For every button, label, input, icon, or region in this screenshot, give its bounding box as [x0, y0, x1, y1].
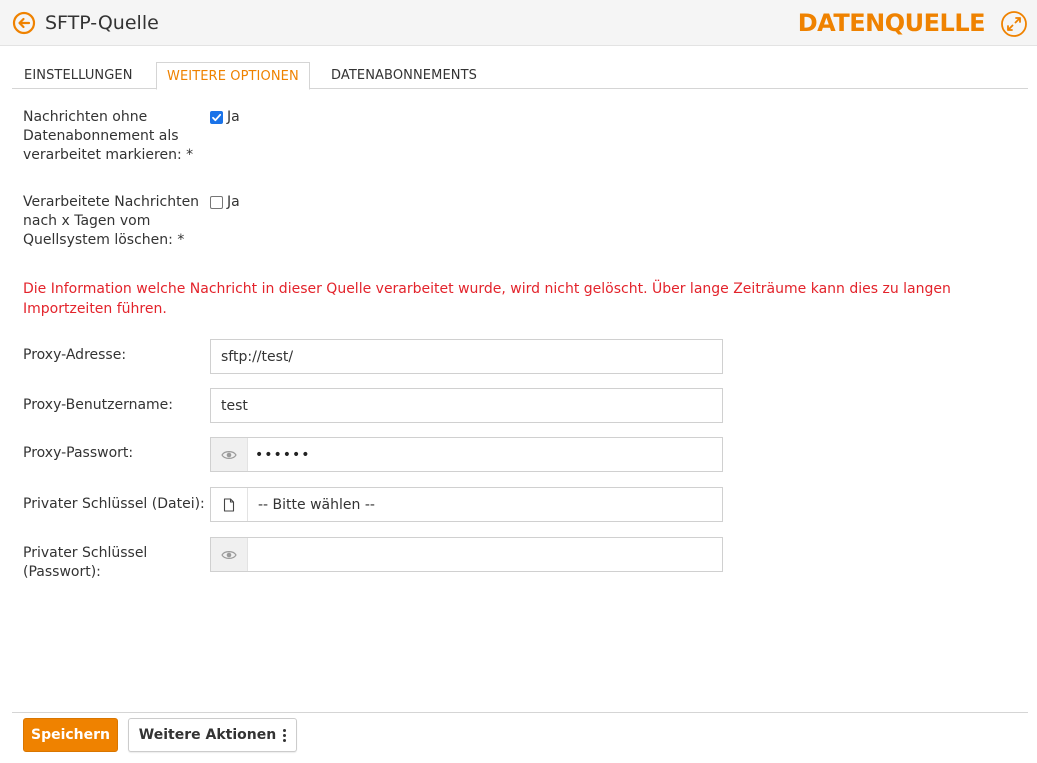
more-actions-button[interactable]: Weitere Aktionen — [128, 718, 297, 752]
header-bar: SFTP-Quelle DATENQUELLE — [0, 0, 1037, 46]
proxy-username-field[interactable] — [210, 388, 723, 423]
proxy-password-label: Proxy-Passwort: — [23, 445, 134, 461]
section-title: DATENQUELLE — [797, 9, 986, 37]
delete-after-days-label: Verarbeitete Nachrichten nach x Tagen vo… — [23, 194, 200, 248]
proxy-password-value[interactable]: •••••• — [248, 447, 311, 463]
vertical-dots-icon — [283, 728, 287, 742]
tab-datenabonnements[interactable]: DATENABONNEMENTS — [331, 62, 477, 89]
proxy-address-field[interactable] — [210, 339, 723, 374]
tab-einstellungen[interactable]: EINSTELLUNGEN — [24, 62, 133, 89]
footer-divider — [12, 712, 1028, 713]
eye-icon[interactable] — [211, 538, 248, 571]
proxy-address-label: Proxy-Adresse: — [23, 347, 127, 363]
mark-processed-checkbox[interactable]: Ja — [210, 108, 240, 126]
delete-after-days-checkbox[interactable]: Ja — [210, 193, 240, 211]
private-key-password-label: Privater Schlüssel (Passwort): — [23, 545, 148, 580]
proxy-address-input[interactable] — [211, 340, 722, 373]
eye-icon[interactable] — [211, 438, 248, 471]
save-button[interactable]: Speichern — [23, 718, 118, 752]
save-button-label: Speichern — [30, 727, 111, 743]
private-key-password-input[interactable] — [248, 538, 722, 571]
proxy-password-field[interactable]: •••••• — [210, 437, 723, 472]
proxy-username-input[interactable] — [211, 389, 722, 422]
private-key-file-label: Privater Schlüssel (Datei): — [23, 496, 205, 512]
page-title: SFTP-Quelle — [45, 12, 159, 34]
private-key-file-select[interactable]: -- Bitte wählen -- — [210, 487, 723, 522]
checkbox-unchecked-icon[interactable] — [210, 195, 223, 209]
tab-weitere-optionen[interactable]: WEITERE OPTIONEN — [156, 62, 310, 90]
tab-bar: EINSTELLUNGEN WEITERE OPTIONEN DATENABON… — [12, 62, 1028, 90]
warning-message: Die Information welche Nachricht in dies… — [23, 281, 951, 317]
private-key-password-field[interactable] — [210, 537, 723, 572]
private-key-file-value[interactable]: -- Bitte wählen -- — [248, 497, 375, 513]
mark-processed-checkbox-label: Ja — [227, 109, 240, 125]
back-arrow-icon[interactable] — [12, 11, 36, 35]
file-icon — [211, 488, 248, 521]
checkbox-checked-icon[interactable] — [210, 110, 223, 124]
more-actions-label: Weitere Aktionen — [138, 727, 277, 743]
delete-after-days-checkbox-label: Ja — [227, 194, 240, 210]
expand-icon[interactable] — [1000, 10, 1028, 38]
mark-processed-label: Nachrichten ohne Datenabonnement als ver… — [23, 109, 194, 163]
proxy-username-label: Proxy-Benutzername: — [23, 397, 174, 413]
